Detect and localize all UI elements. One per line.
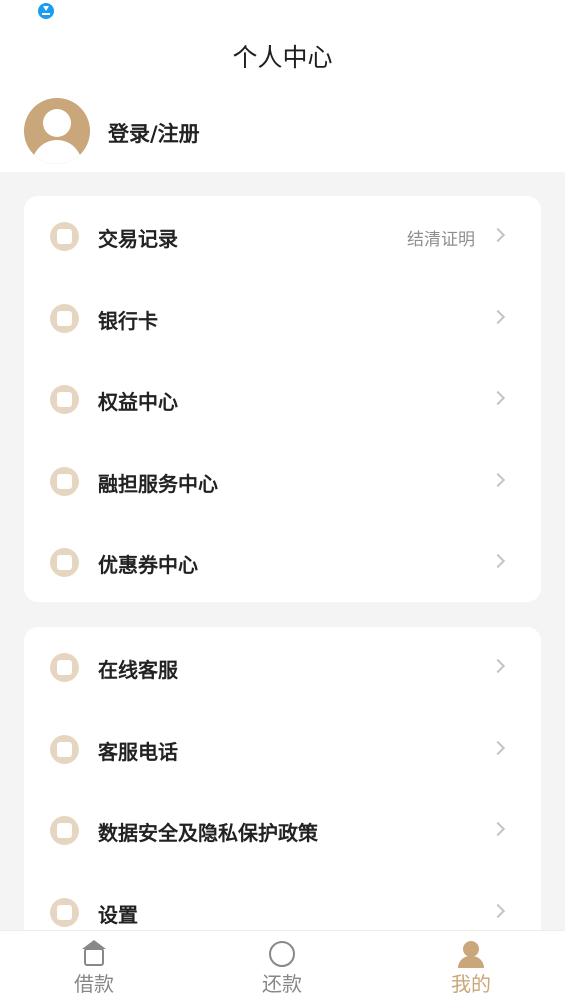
chevron-right-icon [490, 903, 506, 918]
download-icon [38, 3, 54, 19]
user-body-icon [458, 956, 484, 968]
menu-item-label: 交易记录 [98, 227, 178, 251]
tab-mine[interactable]: 我的 [377, 931, 565, 1004]
benefits-icon [50, 385, 79, 414]
bank-card-icon [50, 303, 79, 333]
chevron-right-icon [490, 658, 506, 674]
chevron-right-icon [490, 390, 506, 406]
menu-item-label: 设置 [98, 902, 138, 927]
profile-header: 个人中心 登录/注册 [0, 24, 565, 172]
menu-card-account: 交易记录 结清证明 银行卡 权益中心 融担服务中心 优惠券中心 [24, 196, 541, 602]
phone-icon [50, 734, 79, 764]
menu-item-bank-card[interactable]: 银行卡 [24, 278, 541, 360]
tab-label: 还款 [262, 972, 302, 996]
menu-item-online-support[interactable]: 在线客服 [24, 627, 541, 709]
menu-item-label: 银行卡 [98, 308, 158, 333]
diamond-icon [50, 466, 79, 496]
menu-item-label: 数据安全及隐私保护政策 [98, 821, 318, 845]
tab-label: 我的 [451, 972, 491, 996]
login-register-link[interactable]: 登录/注册 [108, 118, 200, 148]
menu-item-label: 融担服务中心 [98, 471, 218, 496]
avatar-body-icon [32, 140, 82, 164]
menu-item-label: 权益中心 [98, 390, 178, 414]
chevron-right-icon [490, 740, 506, 755]
avatar-head-icon [43, 109, 71, 137]
status-bar [0, 0, 565, 24]
home-yen-icon [84, 948, 104, 966]
menu-item-support-phone[interactable]: 客服电话 [24, 709, 541, 791]
gear-icon [50, 897, 79, 927]
tab-label: 借款 [74, 972, 114, 996]
chevron-right-icon [490, 821, 506, 837]
chevron-right-icon [490, 472, 506, 487]
repay-icon [269, 941, 295, 967]
page-title: 个人中心 [232, 43, 333, 72]
menu-card-service: 在线客服 客服电话 数据安全及隐私保护政策 设置 [24, 627, 541, 947]
menu-item-benefits[interactable]: 权益中心 [24, 359, 541, 441]
menu-item-coupons[interactable]: 优惠券中心 [24, 522, 541, 602]
chevron-right-icon [490, 227, 506, 243]
avatar[interactable] [24, 98, 90, 164]
user-icon [463, 941, 479, 957]
shield-icon [50, 816, 79, 845]
chevron-right-icon [490, 553, 506, 569]
menu-item-transactions[interactable]: 交易记录 结清证明 [24, 196, 541, 278]
tab-borrow[interactable]: 借款 [0, 931, 188, 1004]
menu-item-label: 在线客服 [98, 658, 178, 682]
chevron-right-icon [490, 309, 506, 324]
chat-icon [50, 653, 79, 682]
menu-item-label: 客服电话 [98, 739, 178, 764]
menu-item-guarantee-service[interactable]: 融担服务中心 [24, 441, 541, 523]
settlement-proof-link[interactable]: 结清证明 [407, 225, 475, 250]
coupon-icon [50, 548, 79, 577]
document-icon [50, 222, 79, 251]
menu-item-label: 优惠券中心 [98, 553, 198, 577]
menu-item-privacy-policy[interactable]: 数据安全及隐私保护政策 [24, 790, 541, 872]
tab-repay[interactable]: 还款 [188, 931, 376, 1004]
bottom-tab-bar: 借款 还款 我的 [0, 930, 565, 1004]
